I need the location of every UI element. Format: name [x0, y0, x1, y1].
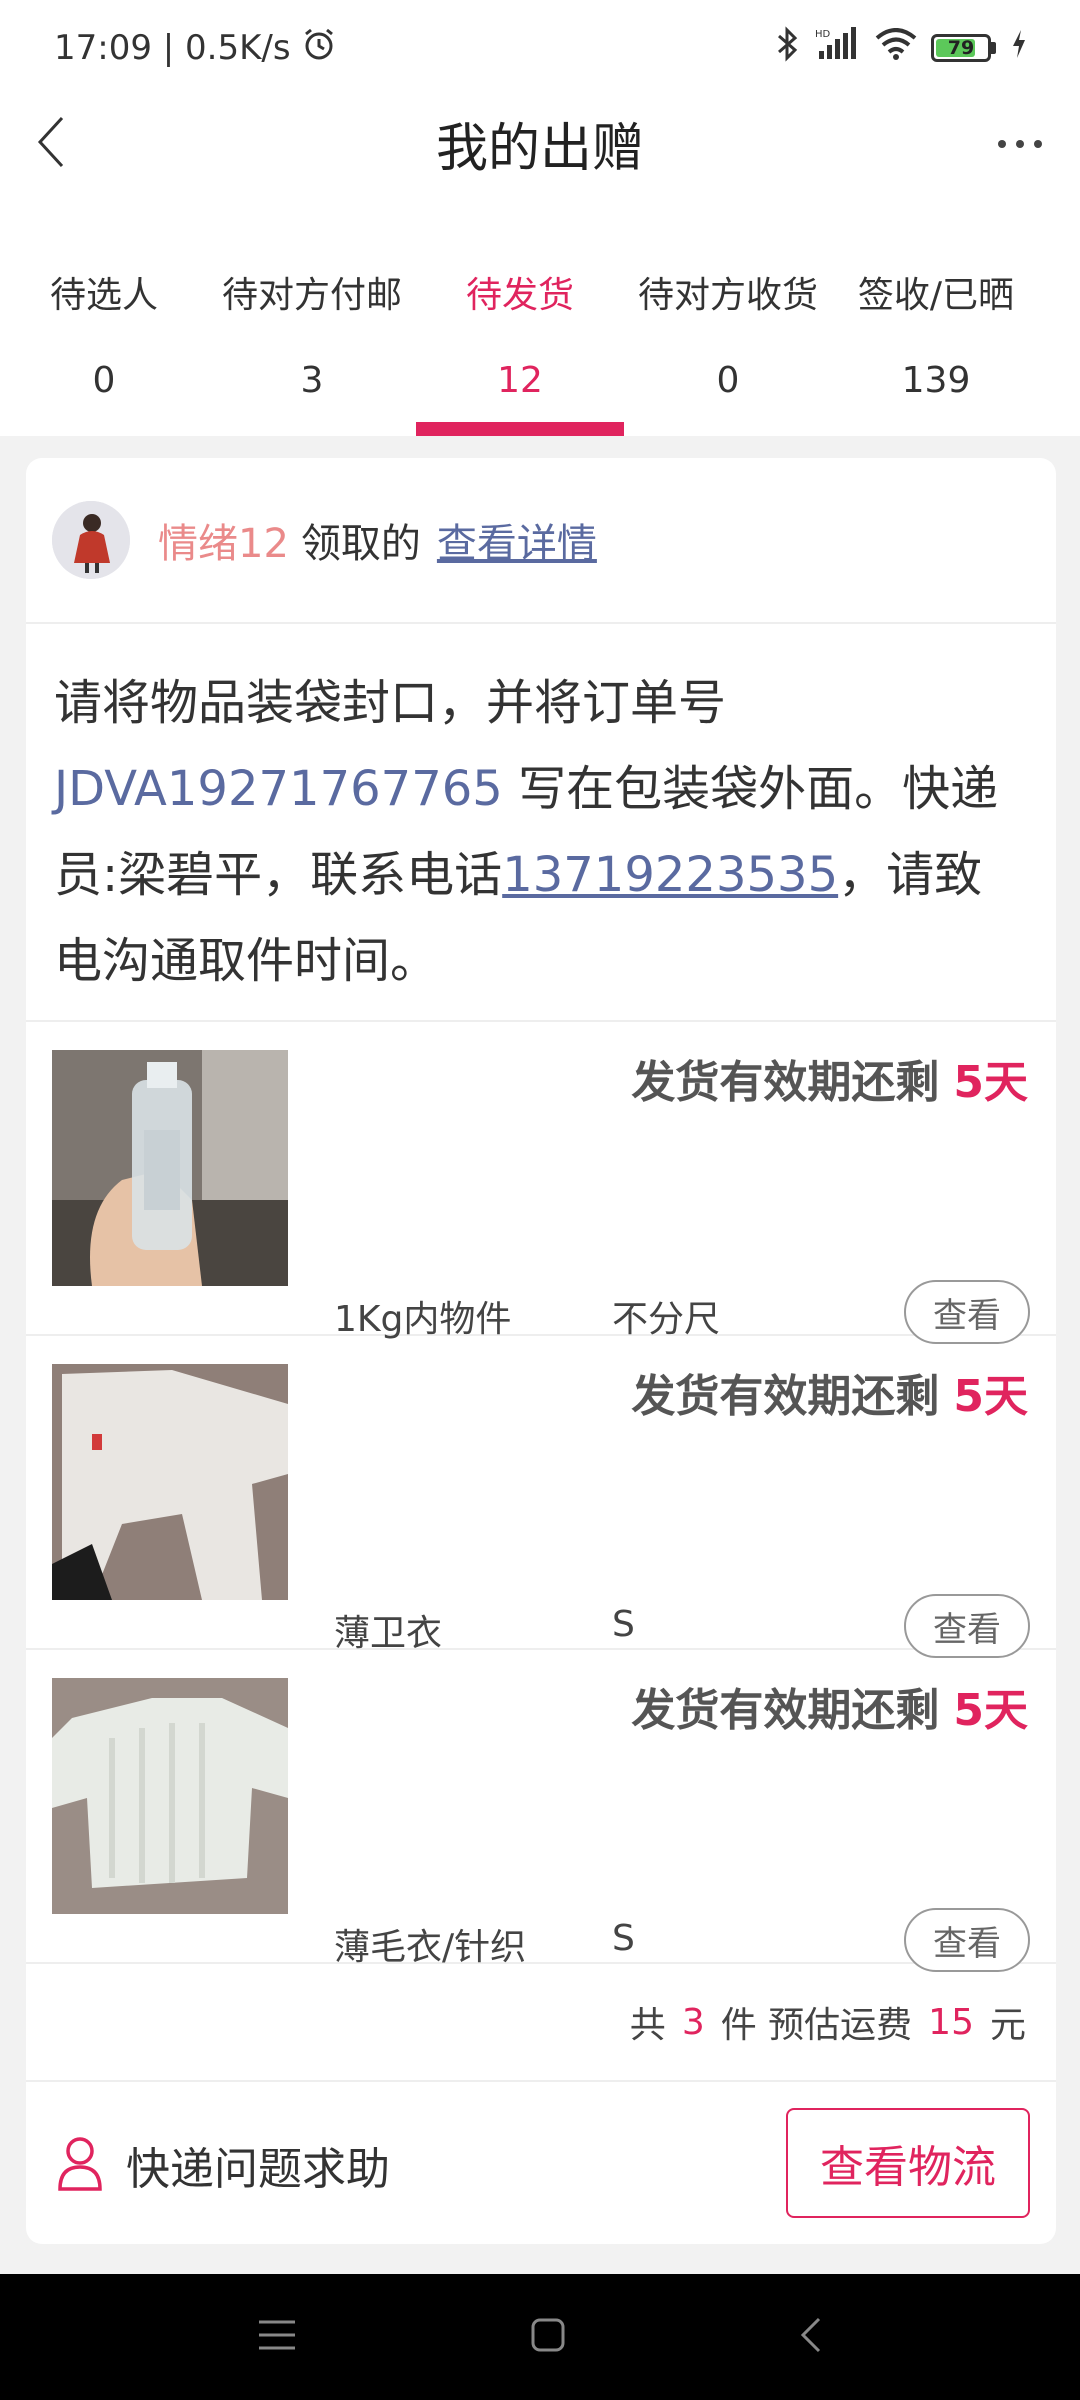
- item-photo-sweater[interactable]: [52, 1678, 288, 1914]
- courier-help-link[interactable]: 快递问题求助: [126, 2133, 390, 2197]
- receiver-name[interactable]: 情绪12: [158, 511, 289, 569]
- home-icon[interactable]: [530, 2317, 566, 2357]
- tab-count: 12: [497, 360, 543, 401]
- tab-label: 待对方收货: [637, 275, 818, 316]
- tab-count: 0: [92, 360, 116, 401]
- card-actions: 快递问题求助 查看物流: [26, 2082, 1056, 2244]
- signal-icon: HD: [815, 26, 861, 70]
- more-dots-icon: [996, 135, 1044, 154]
- item-photo-bottle[interactable]: [52, 1050, 288, 1286]
- tab-waiting-postage[interactable]: 待对方付邮 3: [208, 190, 416, 436]
- view-item-button[interactable]: 查看: [904, 1280, 1030, 1344]
- page-title: 我的出赠: [435, 118, 644, 179]
- status-tabs: 待选人 0 待对方付邮 3 待发货 12 待对方收货 0 签收/已晒 139: [0, 190, 1080, 436]
- item-count: 3: [681, 2001, 705, 2043]
- item-size: S: [612, 1604, 635, 1645]
- wifi-icon: [875, 27, 917, 69]
- summary-prefix: 共: [629, 2005, 666, 2046]
- courier-phone-link[interactable]: 13719223535: [502, 847, 838, 903]
- summary-mid: 件 预估运费: [720, 2005, 913, 2046]
- system-nav-bar: [0, 2274, 1080, 2400]
- order-card: 情绪12 领取的 查看详情 请将物品装袋封口，并将订单号 JDVA1927176…: [26, 458, 1056, 2244]
- status-bar: 17:09 | 0.5K/s HD 79: [0, 0, 1080, 96]
- alarm-icon: [301, 26, 337, 71]
- order-summary: 共 3 件 预估运费 15 元: [26, 1964, 1056, 2082]
- receiver-action-text: 领取的: [300, 521, 421, 567]
- ship-deadline-label: 发货有效期还剩: [631, 1371, 940, 1422]
- list-item: 发货有效期还剩 5天 薄毛衣/针织 S 查看: [26, 1650, 1056, 1972]
- shipping-fee: 15: [928, 2001, 974, 2043]
- back-nav-icon[interactable]: [799, 2315, 823, 2359]
- ship-deadline-label: 发货有效期还剩: [631, 1057, 940, 1108]
- view-logistics-button[interactable]: 查看物流: [786, 2108, 1030, 2218]
- list-item: 发货有效期还剩 5天 1Kg内物件 不分尺 查看: [26, 1022, 1056, 1344]
- charging-icon: [1010, 28, 1028, 69]
- ship-deadline-days: 5天: [953, 1685, 1028, 1736]
- battery-icon: 79: [931, 34, 996, 62]
- ship-deadline: 发货有效期还剩 5天: [631, 1046, 1028, 1110]
- tab-waiting-select[interactable]: 待选人 0: [0, 190, 208, 436]
- view-item-button[interactable]: 查看: [904, 1594, 1030, 1658]
- tab-received[interactable]: 签收/已晒 139: [832, 190, 1040, 436]
- item-name: 1Kg内物件: [334, 1299, 512, 1340]
- notice-prefix: 请将物品装袋封口，并将订单号: [54, 675, 727, 731]
- receiver-row: 情绪12 领取的 查看详情: [26, 458, 1056, 624]
- tab-label: 待对方付邮: [221, 275, 402, 316]
- more-button[interactable]: [980, 114, 1060, 174]
- ship-deadline-days: 5天: [953, 1371, 1028, 1422]
- summary-suffix: 元: [989, 2005, 1026, 2046]
- tab-waiting-receive[interactable]: 待对方收货 0: [624, 190, 832, 436]
- view-details-link[interactable]: 查看详情: [437, 511, 597, 569]
- tab-label: 待发货: [465, 275, 574, 316]
- battery-level: 79: [947, 37, 975, 59]
- item-size: S: [612, 1918, 635, 1959]
- status-time-speed: 17:09 | 0.5K/s: [54, 28, 291, 68]
- ship-deadline-days: 5天: [953, 1057, 1028, 1108]
- ship-deadline: 发货有效期还剩 5天: [631, 1674, 1028, 1738]
- tab-count: 0: [716, 360, 740, 401]
- shipping-notice: 请将物品装袋封口，并将订单号 JDVA19271767765 写在包装袋外面。快…: [26, 624, 1056, 1022]
- menu-icon[interactable]: [257, 2318, 297, 2356]
- tab-label: 签收/已晒: [857, 275, 1015, 316]
- chevron-left-icon: [34, 114, 70, 174]
- bluetooth-icon: [775, 25, 801, 71]
- ship-deadline: 发货有效期还剩 5天: [631, 1360, 1028, 1424]
- back-button[interactable]: [22, 114, 82, 174]
- user-icon[interactable]: [56, 2135, 104, 2195]
- item-photo-hoodie[interactable]: [52, 1364, 288, 1600]
- tab-count: 3: [300, 360, 324, 401]
- item-name: 薄卫衣: [334, 1613, 443, 1654]
- tab-label: 待选人: [49, 275, 158, 316]
- item-size: 不分尺: [612, 1299, 721, 1340]
- tab-waiting-ship[interactable]: 待发货 12: [416, 190, 624, 436]
- view-item-button[interactable]: 查看: [904, 1908, 1030, 1972]
- avatar[interactable]: [52, 501, 130, 579]
- title-bar: 我的出赠: [0, 96, 1080, 190]
- order-number: JDVA19271767765: [54, 761, 503, 817]
- svg-text:HD: HD: [815, 29, 831, 40]
- ship-deadline-label: 发货有效期还剩: [631, 1685, 940, 1736]
- item-name: 薄毛衣/针织: [334, 1927, 527, 1968]
- tab-count: 139: [901, 360, 971, 401]
- list-item: 发货有效期还剩 5天 薄卫衣 S 查看: [26, 1336, 1056, 1658]
